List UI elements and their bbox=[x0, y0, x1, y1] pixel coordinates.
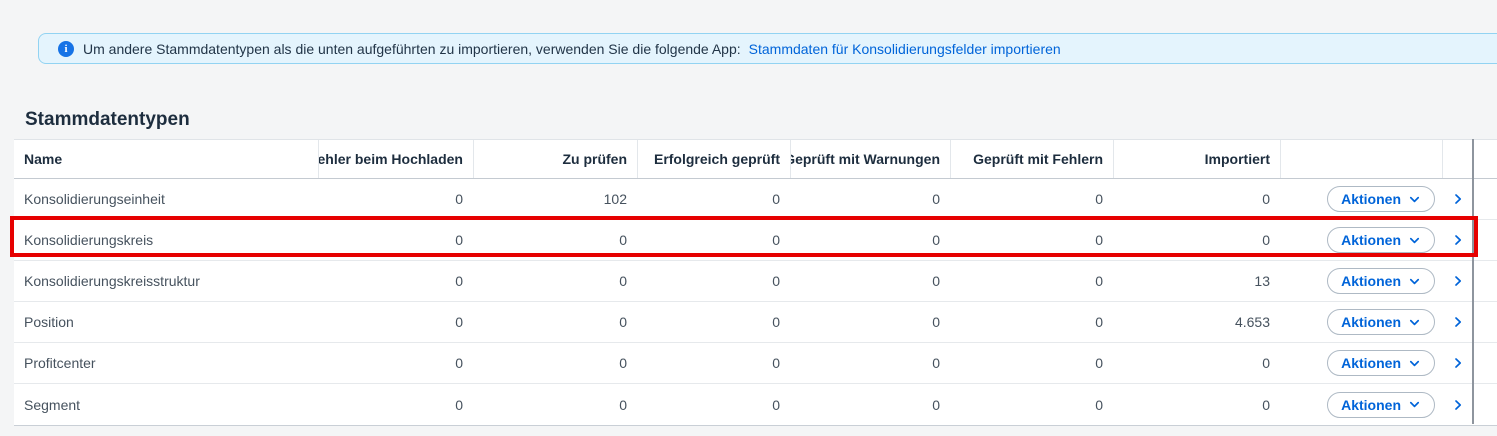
column-header-zu-pruefen[interactable]: Zu prüfen bbox=[473, 140, 637, 178]
aktionen-button[interactable]: Aktionen bbox=[1327, 227, 1435, 253]
cell-fehler-beim-hochladen: 0 bbox=[318, 314, 473, 330]
cell-geprueft-mit-warnungen: 0 bbox=[790, 191, 950, 207]
chevron-down-icon bbox=[1408, 275, 1421, 288]
cell-erfolgreich-geprueft: 0 bbox=[637, 191, 790, 207]
cell-zu-pruefen: 0 bbox=[473, 355, 637, 371]
cell-erfolgreich-geprueft: 0 bbox=[637, 314, 790, 330]
cell-geprueft-mit-fehlern: 0 bbox=[950, 273, 1113, 289]
column-header-name[interactable]: Name bbox=[14, 140, 318, 178]
info-message-link[interactable]: Stammdaten für Konsolidierungsfelder imp… bbox=[749, 41, 1061, 57]
cell-geprueft-mit-warnungen: 0 bbox=[790, 273, 950, 289]
info-icon: i bbox=[58, 41, 74, 57]
table-row[interactable]: Position 0 0 0 0 0 4.653 Aktionen bbox=[14, 302, 1497, 343]
cell-geprueft-mit-warnungen: 0 bbox=[790, 397, 950, 413]
cell-fehler-beim-hochladen: 0 bbox=[318, 232, 473, 248]
chevron-right-icon[interactable] bbox=[1451, 315, 1465, 329]
info-message-text: Um andere Stammdatentypen als die unten … bbox=[83, 41, 741, 57]
page-title: Stammdatentypen bbox=[25, 107, 190, 133]
chevron-right-icon[interactable] bbox=[1451, 398, 1465, 412]
table-row[interactable]: Konsolidierungseinheit 0 102 0 0 0 0 Akt… bbox=[14, 179, 1497, 220]
aktionen-button-label: Aktionen bbox=[1341, 355, 1401, 371]
stammdaten-table: Name Fehler beim Hochladen Zu prüfen Erf… bbox=[14, 139, 1497, 426]
cell-importiert: 0 bbox=[1113, 232, 1280, 248]
cell-erfolgreich-geprueft: 0 bbox=[637, 397, 790, 413]
column-header-geprueft-mit-warnungen[interactable]: Geprüft mit Warnungen bbox=[790, 140, 950, 178]
chevron-right-icon[interactable] bbox=[1451, 192, 1465, 206]
cell-geprueft-mit-fehlern: 0 bbox=[950, 191, 1113, 207]
row-name-cell: Konsolidierungskreisstruktur bbox=[14, 273, 318, 289]
cell-fehler-beim-hochladen: 0 bbox=[318, 397, 473, 413]
row-name-cell: Konsolidierungseinheit bbox=[14, 191, 318, 207]
cell-geprueft-mit-fehlern: 0 bbox=[950, 397, 1113, 413]
cell-importiert: 0 bbox=[1113, 355, 1280, 371]
cell-fehler-beim-hochladen: 0 bbox=[318, 355, 473, 371]
table-header-row: Name Fehler beim Hochladen Zu prüfen Erf… bbox=[14, 140, 1497, 179]
chevron-down-icon bbox=[1408, 193, 1421, 206]
chevron-right-icon[interactable] bbox=[1451, 356, 1465, 370]
cell-geprueft-mit-warnungen: 0 bbox=[790, 314, 950, 330]
aktionen-button-label: Aktionen bbox=[1341, 232, 1401, 248]
table-row[interactable]: Konsolidierungskreis 0 0 0 0 0 0 Aktione… bbox=[14, 220, 1497, 261]
row-name-cell: Segment bbox=[14, 397, 318, 413]
chevron-down-icon bbox=[1408, 357, 1421, 370]
column-header-importiert[interactable]: Importiert bbox=[1113, 140, 1280, 178]
cell-zu-pruefen: 0 bbox=[473, 314, 637, 330]
column-header-gutter bbox=[1473, 140, 1497, 178]
aktionen-button-label: Aktionen bbox=[1341, 314, 1401, 330]
table-row[interactable]: Profitcenter 0 0 0 0 0 0 Aktionen bbox=[14, 343, 1497, 384]
aktionen-button-label: Aktionen bbox=[1341, 273, 1401, 289]
table-row[interactable]: Konsolidierungskreisstruktur 0 0 0 0 0 1… bbox=[14, 261, 1497, 302]
cell-geprueft-mit-fehlern: 0 bbox=[950, 355, 1113, 371]
table-body: Konsolidierungseinheit 0 102 0 0 0 0 Akt… bbox=[14, 179, 1497, 425]
column-header-fehler-beim-hochladen[interactable]: Fehler beim Hochladen bbox=[318, 140, 473, 178]
aktionen-button-label: Aktionen bbox=[1341, 397, 1401, 413]
cell-zu-pruefen: 0 bbox=[473, 273, 637, 289]
table-right-border bbox=[1472, 139, 1474, 424]
cell-zu-pruefen: 0 bbox=[473, 397, 637, 413]
chevron-right-icon[interactable] bbox=[1451, 233, 1465, 247]
aktionen-button[interactable]: Aktionen bbox=[1327, 186, 1435, 212]
aktionen-button[interactable]: Aktionen bbox=[1327, 268, 1435, 294]
column-header-actions bbox=[1280, 140, 1442, 178]
cell-zu-pruefen: 0 bbox=[473, 232, 637, 248]
chevron-down-icon bbox=[1408, 316, 1421, 329]
cell-geprueft-mit-warnungen: 0 bbox=[790, 232, 950, 248]
row-name-cell: Profitcenter bbox=[14, 355, 318, 371]
cell-importiert: 0 bbox=[1113, 191, 1280, 207]
column-header-nav bbox=[1442, 140, 1473, 178]
column-header-geprueft-mit-fehlern[interactable]: Geprüft mit Fehlern bbox=[950, 140, 1113, 178]
aktionen-button[interactable]: Aktionen bbox=[1327, 392, 1435, 418]
column-header-erfolgreich-geprueft[interactable]: Erfolgreich geprüft bbox=[637, 140, 790, 178]
table-row[interactable]: Segment 0 0 0 0 0 0 Aktionen bbox=[14, 384, 1497, 425]
row-name-cell: Position bbox=[14, 314, 318, 330]
row-name-cell: Konsolidierungskreis bbox=[14, 232, 318, 248]
cell-importiert: 0 bbox=[1113, 397, 1280, 413]
cell-importiert: 4.653 bbox=[1113, 314, 1280, 330]
cell-erfolgreich-geprueft: 0 bbox=[637, 273, 790, 289]
cell-geprueft-mit-fehlern: 0 bbox=[950, 232, 1113, 248]
aktionen-button-label: Aktionen bbox=[1341, 191, 1401, 207]
aktionen-button[interactable]: Aktionen bbox=[1327, 350, 1435, 376]
chevron-right-icon[interactable] bbox=[1451, 274, 1465, 288]
info-message-strip: i Um andere Stammdatentypen als die unte… bbox=[38, 33, 1497, 64]
cell-fehler-beim-hochladen: 0 bbox=[318, 191, 473, 207]
cell-geprueft-mit-fehlern: 0 bbox=[950, 314, 1113, 330]
cell-geprueft-mit-warnungen: 0 bbox=[790, 355, 950, 371]
cell-erfolgreich-geprueft: 0 bbox=[637, 232, 790, 248]
chevron-down-icon bbox=[1408, 234, 1421, 247]
cell-zu-pruefen: 102 bbox=[473, 191, 637, 207]
cell-erfolgreich-geprueft: 0 bbox=[637, 355, 790, 371]
cell-fehler-beim-hochladen: 0 bbox=[318, 273, 473, 289]
aktionen-button[interactable]: Aktionen bbox=[1327, 309, 1435, 335]
cell-importiert: 13 bbox=[1113, 273, 1280, 289]
chevron-down-icon bbox=[1408, 398, 1421, 411]
